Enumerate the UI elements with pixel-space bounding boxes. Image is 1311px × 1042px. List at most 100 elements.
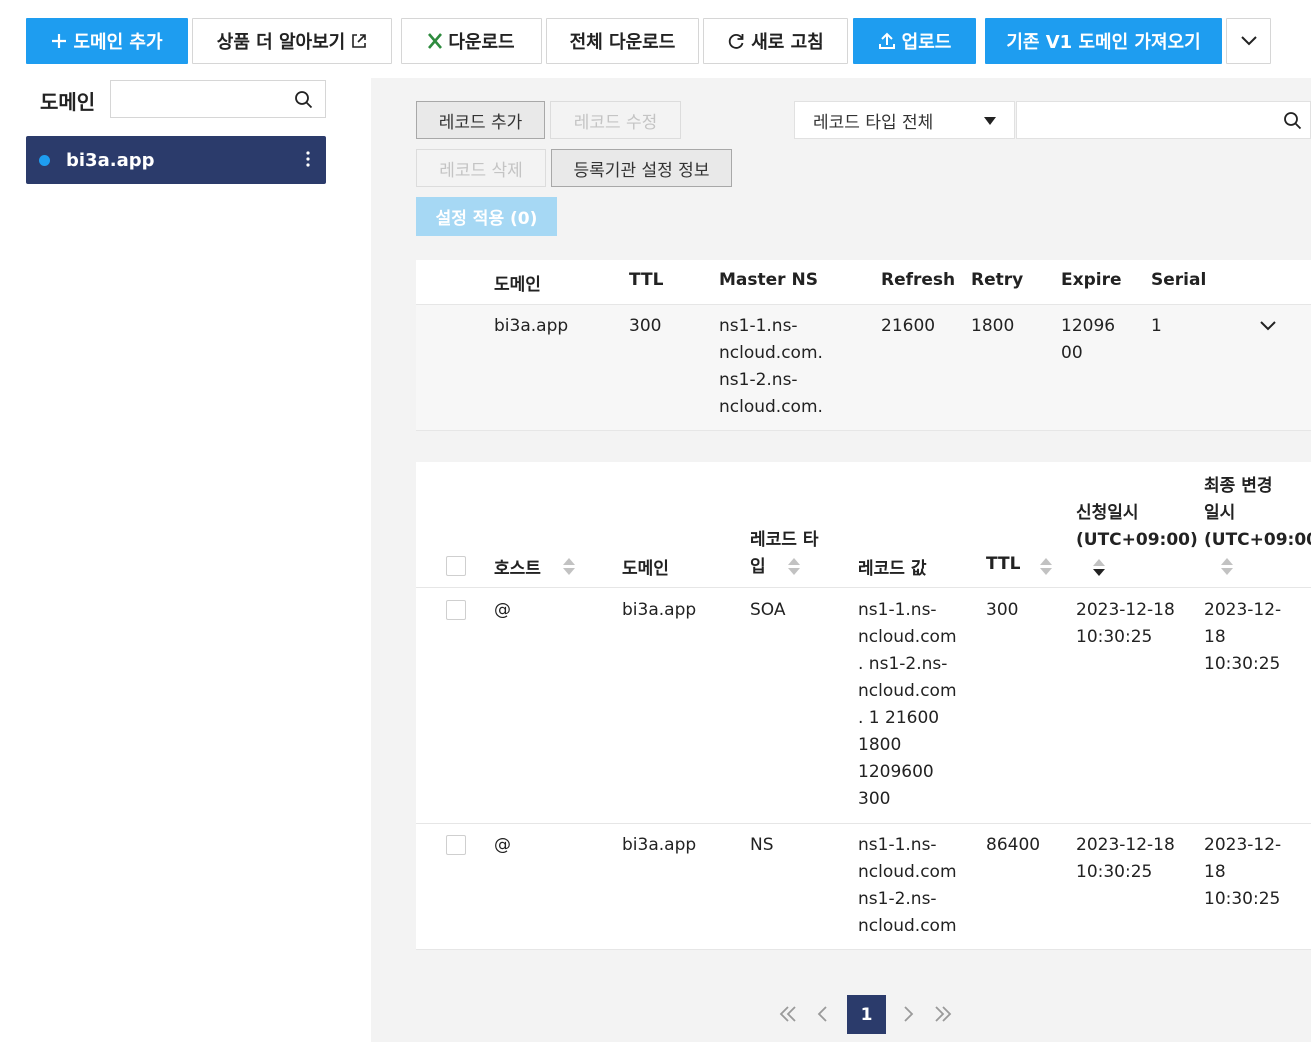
next-page-icon[interactable] [903, 1005, 915, 1023]
domain-search-input[interactable] [111, 81, 281, 117]
kebab-menu-icon[interactable] [306, 151, 310, 167]
row-value-line: 1209600 [858, 762, 934, 782]
record-search-input[interactable] [1017, 102, 1267, 138]
excel-icon [428, 33, 443, 49]
download-all-button[interactable]: 전체 다운로드 [546, 18, 699, 64]
domain-sidebar: 도메인 bi3a.app [0, 78, 371, 1042]
header-host: 호스트 [494, 559, 541, 579]
more-dropdown-button[interactable] [1226, 18, 1271, 64]
row-created-line: 2023-12-18 [1076, 835, 1175, 855]
add-domain-button[interactable]: 도메인 추가 [26, 18, 188, 64]
sort-host-icon[interactable] [563, 558, 575, 576]
first-page-icon[interactable] [779, 1005, 797, 1023]
soa-retry: 1800 [971, 316, 1015, 336]
record-type-value: 레코드 타입 전체 [813, 112, 934, 133]
row-host: @ [494, 835, 511, 855]
download-button[interactable]: 다운로드 [401, 18, 542, 64]
delete-record-button[interactable]: 레코드 삭제 [416, 149, 546, 187]
import-v1-button[interactable]: 기존 V1 도메인 가져오기 [985, 18, 1222, 64]
expand-chevron-icon[interactable] [1260, 321, 1276, 331]
soa-master-ns-line: ns1-2.ns- [719, 370, 798, 390]
row-modified-line: 2023-12- [1204, 835, 1282, 855]
domain-label: 도메인 [40, 90, 96, 114]
plus-icon [52, 34, 67, 48]
row-value-line: 1800 [858, 735, 902, 755]
header-created: 신청일시 (UTC+09:00) [1076, 500, 1198, 554]
header-created-line: 신청일시 [1076, 503, 1139, 523]
row-created-line: 10:30:25 [1076, 862, 1153, 882]
row-domain: bi3a.app [622, 600, 697, 620]
row-modified: 2023-12- 18 10:30:25 [1204, 597, 1281, 678]
soa-header-master-ns: Master NS [719, 270, 818, 290]
registrar-info-button[interactable]: 등록기관 설정 정보 [551, 149, 732, 187]
row-ttl: 86400 [986, 835, 1041, 855]
soa-header-serial: Serial [1151, 270, 1207, 290]
soa-expire-line: 12096 [1061, 316, 1116, 336]
header-ttl: TTL [986, 554, 1021, 574]
add-record-label: 레코드 추가 [438, 112, 523, 133]
domain-list-item[interactable]: bi3a.app [26, 136, 326, 184]
chevron-down-icon [1240, 36, 1257, 46]
add-record-button[interactable]: 레코드 추가 [416, 101, 545, 139]
page-number-button[interactable]: 1 [847, 995, 886, 1034]
select-all-checkbox[interactable] [446, 556, 466, 576]
refresh-button[interactable]: 새로 고침 [703, 18, 848, 64]
row-ttl: 300 [986, 600, 1019, 620]
soa-refresh: 21600 [881, 316, 936, 336]
row-type: SOA [750, 600, 786, 620]
table-row[interactable]: @ bi3a.app NS ns1-1.ns- ncloud.com ns1-2… [416, 824, 1311, 950]
upload-button[interactable]: 업로드 [853, 18, 976, 64]
row-created-line: 10:30:25 [1076, 627, 1153, 647]
soa-header-ttl: TTL [629, 270, 664, 290]
header-record-type-line: 레코드 타 [750, 530, 819, 550]
header-domain: 도메인 [622, 559, 669, 579]
row-value-line: ns1-2.ns- [858, 889, 937, 909]
last-page-icon[interactable] [934, 1005, 952, 1023]
registrar-info-label: 등록기관 설정 정보 [573, 160, 710, 181]
search-icon[interactable] [1283, 111, 1302, 130]
learn-more-button[interactable]: 상품 더 알아보기 [192, 18, 392, 64]
caret-down-icon [984, 117, 996, 125]
row-modified-line: 10:30:25 [1204, 889, 1281, 909]
row-checkbox[interactable] [446, 835, 466, 855]
import-v1-label: 기존 V1 도메인 가져오기 [1006, 32, 1201, 53]
header-created-line: (UTC+09:00) [1076, 530, 1198, 550]
prev-page-icon[interactable] [816, 1005, 828, 1023]
status-dot-icon [39, 154, 50, 166]
record-type-select[interactable]: 레코드 타입 전체 [794, 101, 1015, 139]
row-created: 2023-12-18 10:30:25 [1076, 597, 1175, 651]
apply-settings-label: 설정 적용 (0) [435, 209, 538, 229]
soa-header-retry: Retry [971, 270, 1024, 290]
header-modified-line: (UTC+09:00) [1204, 530, 1311, 550]
sort-type-icon[interactable] [788, 558, 800, 576]
add-domain-label: 도메인 추가 [73, 32, 163, 53]
table-row[interactable]: @ bi3a.app SOA ns1-1.ns- ncloud.com . ns… [416, 588, 1311, 824]
sort-modified-icon[interactable] [1221, 558, 1233, 576]
learn-more-label: 상품 더 알아보기 [216, 32, 346, 53]
search-icon[interactable] [294, 90, 313, 109]
refresh-icon [729, 34, 744, 49]
row-value-line: ncloud.com [858, 627, 957, 647]
row-value-line: 300 [858, 789, 891, 809]
apply-settings-button[interactable]: 설정 적용 (0) [416, 197, 557, 236]
download-all-label: 전체 다운로드 [569, 32, 676, 53]
edit-record-button[interactable]: 레코드 수정 [550, 101, 681, 139]
row-checkbox[interactable] [446, 600, 466, 620]
records-panel: 레코드 추가 레코드 수정 레코드 삭제 등록기관 설정 정보 설정 적용 (0… [371, 78, 1311, 1042]
edit-record-label: 레코드 수정 [573, 112, 658, 133]
row-value-line: ncloud.com [858, 916, 957, 936]
soa-row: bi3a.app 300 ns1-1.ns- ncloud.com. ns1-2… [416, 305, 1311, 431]
toolbar: 도메인 추가 상품 더 알아보기 다운로드 전체 다운로드 새로 고침 업로드 … [0, 0, 1311, 78]
row-type: NS [750, 835, 774, 855]
soa-master-ns: ns1-1.ns- ncloud.com. ns1-2.ns- ncloud.c… [719, 313, 823, 421]
soa-expire-line: 00 [1061, 343, 1083, 363]
sort-created-icon[interactable] [1093, 559, 1105, 577]
download-label: 다운로드 [448, 32, 515, 53]
header-modified: 최종 변경 일시 (UTC+09:00) [1204, 473, 1311, 554]
sort-ttl-icon[interactable] [1040, 558, 1052, 576]
row-value-line: ncloud.com [858, 681, 957, 701]
row-value-line: ns1-1.ns- [858, 600, 937, 620]
row-value-line: ncloud.com [858, 862, 957, 882]
records-table: 호스트 도메인 레코드 타 입 레코드 값 TTL 신청일시 (UTC+09:0… [416, 462, 1311, 950]
soa-header-row: 도메인 TTL Master NS Refresh Retry Expire S… [416, 260, 1311, 305]
